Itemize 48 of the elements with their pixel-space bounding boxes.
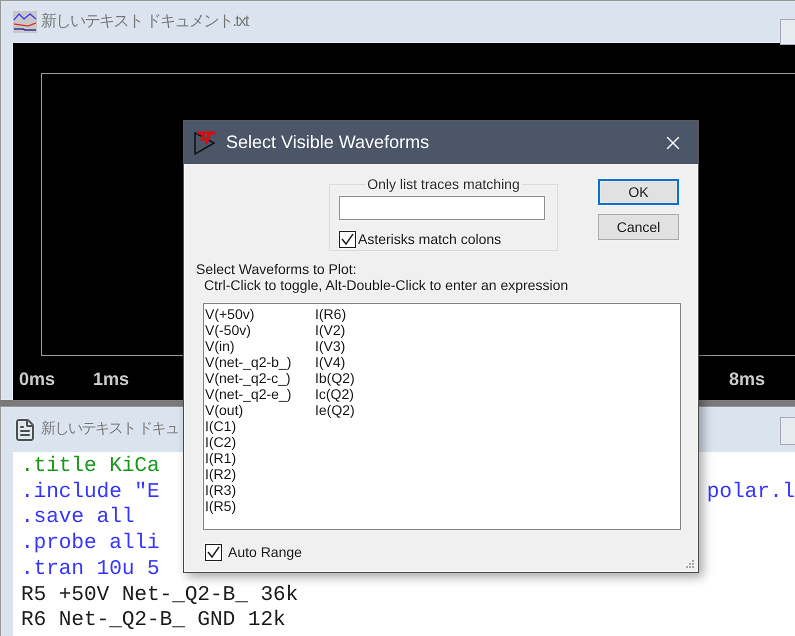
trace-item[interactable]: Ib(Q2) — [315, 370, 425, 386]
window-title: 新しいテキスト ドキュメント.txt — [41, 12, 248, 32]
logo-icon — [194, 130, 216, 154]
trace-item[interactable]: V(net-_q2-b_) — [205, 354, 315, 370]
trace-item[interactable]: I(V4) — [315, 354, 425, 370]
trace-item[interactable]: I(R1) — [205, 450, 315, 466]
trace-item[interactable]: I(C1) — [205, 418, 315, 434]
trace-item[interactable]: I(R3) — [205, 482, 315, 498]
trace-item[interactable]: I(V3) — [315, 338, 425, 354]
trace-item[interactable]: V(out) — [205, 402, 315, 418]
checkbox[interactable] — [339, 231, 356, 248]
dialog-title: Select Visible Waveforms — [226, 131, 430, 154]
checkbox-label: Asterisks match colons — [358, 230, 502, 249]
trace-item[interactable]: I(R2) — [205, 466, 315, 482]
trace-item[interactable]: Ie(Q2) — [315, 402, 425, 418]
trace-item[interactable]: Ic(Q2) — [315, 386, 425, 402]
resize-grip-icon — [685, 559, 695, 569]
instruction-text: Select Waveforms to Plot: — [195, 261, 358, 277]
code-line: .title KiCa — [21, 454, 160, 480]
checkbox[interactable] — [205, 544, 222, 561]
trace-item[interactable]: I(R5) — [205, 498, 315, 514]
filter-input[interactable] — [339, 196, 545, 220]
trace-item[interactable]: V(+50v) — [205, 306, 315, 322]
trace-item[interactable]: V(-50v) — [205, 322, 315, 338]
group-label: Only list traces matching — [366, 175, 521, 194]
time-tick-label: 1ms — [93, 368, 130, 391]
code-line: polar.l — [706, 480, 795, 506]
code-line: .save all — [21, 505, 134, 532]
code-line: R6 Net-_Q2-B_ GND 12k — [21, 608, 286, 634]
time-tick-label: 0ms — [19, 368, 56, 391]
code-line: R5 +50V Net-_Q2-B_ 36k — [21, 582, 298, 609]
document-icon — [13, 418, 37, 442]
trace-item[interactable]: I(C2) — [205, 434, 315, 450]
trace-item[interactable]: V(net-_q2-c_) — [205, 370, 315, 386]
time-tick-label: 8ms — [728, 368, 765, 391]
chart-icon — [13, 11, 37, 33]
code-line: .include "E — [21, 480, 160, 506]
dialog-button[interactable]: Cancel — [598, 214, 679, 240]
code-line: .probe alli — [21, 531, 160, 558]
trace-item[interactable]: V(net-_q2-e_) — [205, 386, 315, 402]
trace-item[interactable]: V(in) — [205, 338, 315, 354]
dialog-button[interactable]: OK — [598, 179, 679, 205]
instruction-text: Ctrl-Click to toggle, Alt-Double-Click to enter an expression — [203, 277, 570, 293]
trace-item[interactable]: I(V2) — [315, 322, 425, 338]
trace-item[interactable]: I(R6) — [315, 306, 425, 322]
checkbox-label: Auto Range — [228, 543, 302, 562]
window-title: 新しいテキスト ドキュ — [41, 419, 179, 440]
code-line: .tran 10u 5 — [21, 556, 160, 583]
